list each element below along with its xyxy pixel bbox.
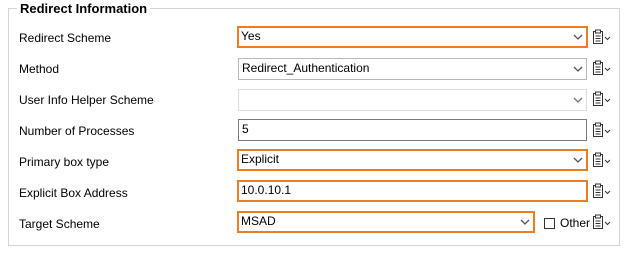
clipboard-menu-icon[interactable] <box>592 214 612 230</box>
other-checkbox-wrapper[interactable]: Other <box>544 215 590 231</box>
target-scheme-label: Target Scheme <box>19 217 100 231</box>
redirect-scheme-select[interactable]: Yes <box>237 26 588 48</box>
chevron-down-icon[interactable] <box>569 28 586 46</box>
redirect-scheme-label: Redirect Scheme <box>19 31 112 45</box>
clipboard-menu-icon[interactable] <box>592 152 612 168</box>
clipboard-menu-icon[interactable] <box>592 29 612 45</box>
target-scheme-value: MSAD <box>241 214 276 228</box>
group-title: Redirect Information <box>17 1 151 17</box>
explicit-box-address-label: Explicit Box Address <box>19 186 128 200</box>
primary-box-type-select[interactable]: Explicit <box>237 149 588 171</box>
chevron-down-icon[interactable] <box>569 59 586 79</box>
primary-box-type-label: Primary box type <box>19 155 110 169</box>
other-checkbox[interactable] <box>544 217 555 229</box>
method-label: Method <box>19 62 60 76</box>
user-info-helper-scheme-label: User Info Helper Scheme <box>19 93 154 107</box>
method-select[interactable]: Redirect_Authentication <box>238 58 587 80</box>
explicit-box-address-value: 10.0.10.1 <box>241 183 292 197</box>
clipboard-menu-icon[interactable] <box>592 183 612 199</box>
chevron-down-icon[interactable] <box>569 151 586 169</box>
number-of-processes-input[interactable]: 5 <box>238 119 587 141</box>
clipboard-menu-icon[interactable] <box>592 122 612 138</box>
number-of-processes-value: 5 <box>242 122 249 136</box>
explicit-box-address-input[interactable]: 10.0.10.1 <box>237 180 588 202</box>
method-value: Redirect_Authentication <box>242 61 370 75</box>
other-checkbox-label[interactable]: Other <box>560 216 590 230</box>
clipboard-menu-icon[interactable] <box>592 91 612 107</box>
target-scheme-select[interactable]: MSAD <box>237 211 535 233</box>
chevron-down-icon[interactable] <box>516 213 533 231</box>
clipboard-menu-icon[interactable] <box>592 60 612 76</box>
primary-box-type-value: Explicit <box>241 152 280 166</box>
number-of-processes-label: Number of Processes <box>19 124 135 138</box>
redirect-scheme-value: Yes <box>241 29 261 43</box>
chevron-down-icon[interactable] <box>569 90 586 110</box>
user-info-helper-scheme-select[interactable] <box>238 89 587 111</box>
